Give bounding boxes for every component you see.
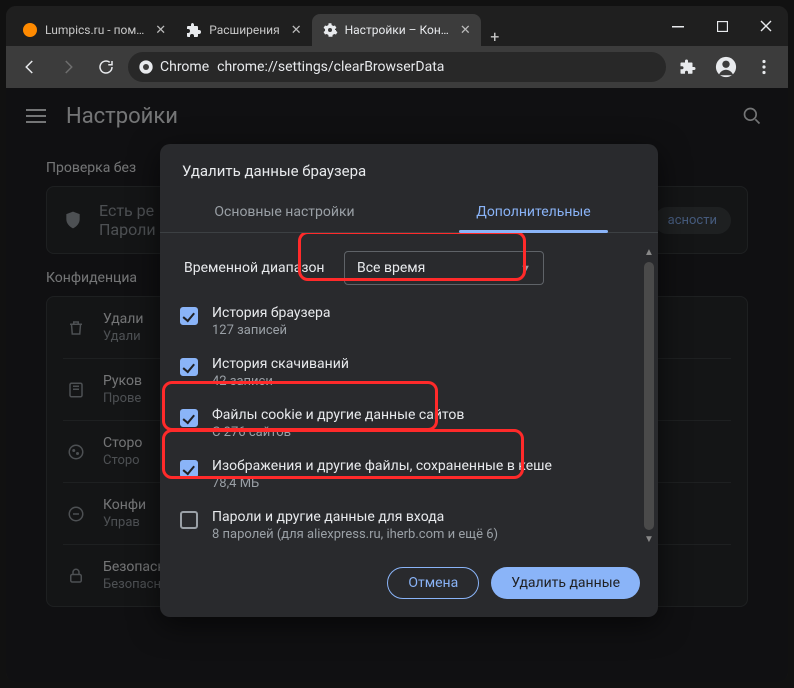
option-passwords[interactable]: Пароли и другие данные для входа8 пароле… [174,503,644,548]
menu-button[interactable] [748,51,780,83]
window-controls [656,6,788,46]
close-icon[interactable]: ✕ [155,23,166,38]
tab-title: Расширения [209,23,279,37]
option-cookies[interactable]: Файлы cookie и другие данные сайтовС 276… [174,401,644,446]
scrollbar[interactable]: ▲ ▼ [642,247,656,545]
confirm-button[interactable]: Удалить данные [491,567,640,599]
time-range-row: Временной диапазон Все время ▼ [178,251,640,285]
scroll-up-icon[interactable]: ▲ [644,247,654,258]
tab-settings[interactable]: Настройки – Кон… ✕ [312,14,481,46]
tab-strip: Lumpics.ru - пом… ✕ Расширения ✕ Настрой… [6,6,656,46]
dialog-body: Временной диапазон Все время ▼ История б… [160,233,658,553]
gear-icon [322,22,338,38]
minimize-button[interactable] [656,6,700,46]
checkbox[interactable] [180,358,198,376]
tab-title: Настройки – Кон… [345,23,449,37]
tab-lumpics[interactable]: Lumpics.ru - пом… ✕ [12,14,176,46]
option-cache[interactable]: Изображения и другие файлы, сохраненные … [174,452,644,497]
tab-basic[interactable]: Основные настройки [160,194,409,232]
time-range-select[interactable]: Все время ▼ [344,251,544,285]
cancel-button[interactable]: Отмена [387,567,479,599]
tab-advanced[interactable]: Дополнительные [409,194,658,232]
new-tab-button[interactable]: + [481,27,509,46]
titlebar: Lumpics.ru - пом… ✕ Расширения ✕ Настрой… [6,6,788,46]
close-window-button[interactable] [744,6,788,46]
toolbar: Chrome chrome://settings/clearBrowserDat… [6,46,788,88]
back-button[interactable] [14,51,46,83]
close-icon[interactable]: ✕ [460,23,471,38]
option-downloads[interactable]: История скачиваний42 записи [174,350,644,395]
close-icon[interactable]: ✕ [291,23,302,38]
forward-button[interactable] [52,51,84,83]
puzzle-icon [186,22,202,38]
tab-extensions[interactable]: Расширения ✕ [176,14,311,46]
dialog-actions: Отмена Удалить данные [160,553,658,617]
settings-page: Настройки Проверка без Есть ре Пароли ас… [6,88,788,682]
checkbox[interactable] [180,307,198,325]
address-bar[interactable]: Chrome chrome://settings/clearBrowserDat… [128,52,666,82]
clear-data-dialog: Удалить данные браузера Основные настрой… [160,144,658,617]
chip-label: Chrome [160,59,209,75]
options-list: История браузера127 записей История скач… [174,299,644,553]
checkbox[interactable] [180,409,198,427]
chevron-down-icon: ▼ [520,262,531,275]
dialog-tabs: Основные настройки Дополнительные [160,194,658,233]
scroll-down-icon[interactable]: ▼ [644,534,654,545]
checkbox[interactable] [180,460,198,478]
dialog-title: Удалить данные браузера [160,144,658,194]
site-chip: Chrome [138,59,209,75]
url-text: chrome://settings/clearBrowserData [217,59,444,75]
browser-window: Lumpics.ru - пом… ✕ Расширения ✕ Настрой… [6,6,788,682]
checkbox[interactable] [180,511,198,529]
tab-title: Lumpics.ru - пом… [45,23,144,37]
time-range-label: Временной диапазон [178,260,328,276]
favicon-orange-icon [22,22,38,38]
extensions-button[interactable] [672,51,704,83]
maximize-button[interactable] [700,6,744,46]
scroll-thumb[interactable] [644,262,654,530]
option-history[interactable]: История браузера127 записей [174,299,644,344]
reload-button[interactable] [90,51,122,83]
profile-button[interactable] [710,51,742,83]
select-value: Все время [357,260,425,276]
